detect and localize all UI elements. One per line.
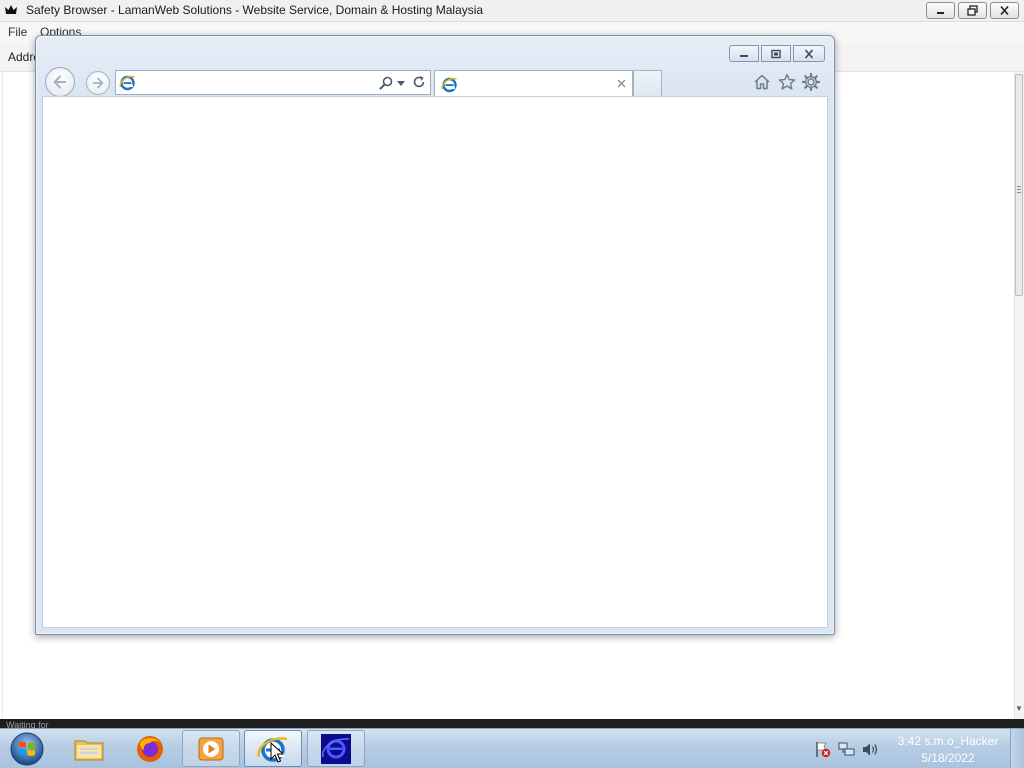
internet-explorer-window [35,35,835,635]
scrollbar-grip-icon [1017,186,1021,195]
gear-icon[interactable] [801,72,821,92]
window-title: Safety Browser - LamanWeb Solutions - We… [26,3,484,17]
show-desktop-button[interactable] [1010,729,1024,768]
new-tab-button[interactable] [633,70,662,97]
crown-icon [5,5,17,14]
menu-file[interactable]: File [7,25,28,39]
clock-time[interactable]: 3:42 s.m.o_Hacker [894,734,1002,748]
address-bar[interactable] [115,70,431,95]
page-viewport[interactable] [42,96,828,628]
volume-icon[interactable] [861,741,879,758]
close-icon [804,48,814,59]
restore-icon [771,49,781,58]
network-icon[interactable] [838,741,855,758]
scrollbar-thumb[interactable] [1015,74,1023,296]
action-center-flag-icon[interactable] [814,741,831,758]
ie-restore-button[interactable] [761,45,791,62]
firefox-icon [137,735,163,762]
blue-app-icon [321,733,351,764]
ie-logo-icon [441,77,457,93]
taskbar-media-player-button[interactable] [182,730,240,767]
close-icon [1000,5,1009,16]
refresh-icon[interactable] [412,75,426,89]
search-icon[interactable] [379,76,393,90]
forward-arrow-icon [92,77,104,89]
taskbar: 3:42 s.m.o_Hacker 5/18/2022 [0,728,1024,768]
taskbar-explorer-button[interactable] [60,730,118,767]
forward-button[interactable] [86,71,110,95]
taskbar-blue-app-button[interactable] [307,730,365,767]
background-window-titlebar: Safety Browser - LamanWeb Solutions - We… [0,0,1024,22]
taskbar-firefox-button[interactable] [121,730,179,767]
home-icon[interactable] [752,72,772,92]
maximize-button[interactable] [958,2,987,19]
windows-orb-icon[interactable] [8,732,46,766]
back-arrow-icon [53,75,66,89]
chevron-down-icon[interactable] [397,81,405,86]
back-button[interactable] [45,67,75,97]
media-player-icon [198,737,224,760]
close-icon[interactable] [616,78,627,89]
address-input[interactable] [140,74,370,91]
browser-tab[interactable] [434,70,633,97]
mouse-cursor-icon [270,742,284,763]
ie-close-button[interactable] [793,45,825,62]
ie-logo-icon [119,75,135,91]
folder-icon [74,740,104,760]
close-button[interactable] [990,2,1019,19]
minimize-icon [740,54,748,57]
star-icon[interactable] [777,72,797,92]
minimize-button[interactable] [926,2,955,19]
maximize-icon [967,5,978,16]
ie-minimize-button[interactable] [729,45,759,62]
clock-date[interactable]: 5/18/2022 [894,751,1002,765]
minimize-icon [937,12,944,14]
scroll-down-arrow-icon[interactable]: ▼ [1015,704,1023,713]
